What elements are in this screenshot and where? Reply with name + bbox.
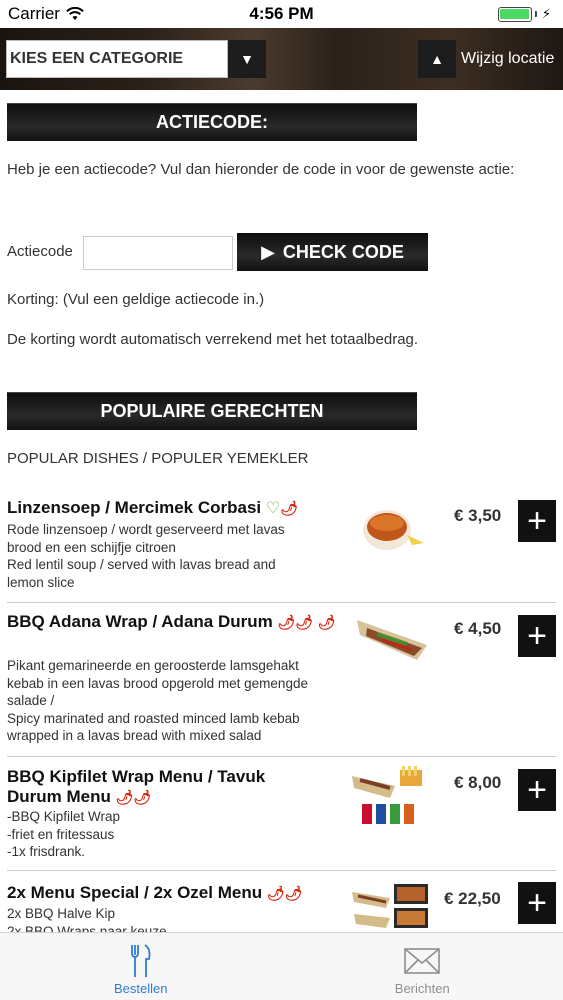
check-code-button[interactable]: ▶ CHECK CODE [237, 233, 428, 271]
dish-description: 2x BBQ Halve Kip 2x BBQ Wraps naar keuze [7, 906, 167, 932]
charging-bolt-icon: ⚡ [541, 6, 551, 21]
dish-description: Pikant gemarineerde en geroosterde lamsg… [7, 658, 308, 743]
dish-price: € 4,50 [454, 619, 502, 638]
plus-icon: + [527, 501, 547, 540]
add-to-cart-button[interactable]: + [518, 882, 556, 924]
tab-bar: Bestellen Berichten [0, 932, 563, 1000]
dish-price: € 3,50 [454, 506, 502, 525]
envelope-icon [402, 941, 442, 981]
category-dropdown[interactable]: KIES EEN CATEGORIE ▼ [6, 40, 266, 78]
dish-photo [352, 766, 422, 824]
chili-icon: 🌶 [277, 614, 296, 630]
change-location-button[interactable]: ▲ Wijzig locatie [418, 40, 554, 78]
divider [7, 602, 556, 603]
tab-berichten[interactable]: Berichten [282, 933, 563, 1000]
chili-icon: 🌶 [280, 500, 298, 516]
discount-text: Korting: (Vul een geldige actiecode in.) [7, 291, 265, 308]
tab-label: Bestellen [114, 981, 168, 996]
popular-heading: POPULAIRE GERECHTEN [7, 392, 417, 430]
chevron-down-icon: ▼ [228, 40, 266, 78]
add-to-cart-button[interactable]: + [518, 615, 556, 657]
play-icon: ▶ [261, 241, 275, 262]
chevron-up-icon: ▲ [418, 40, 456, 78]
battery-indicator: ⚡ [497, 6, 551, 22]
change-location-label: Wijzig locatie [461, 50, 555, 67]
divider [7, 870, 556, 871]
dish-price: € 8,00 [454, 773, 502, 792]
dish-price: € 22,50 [444, 889, 501, 908]
top-header: KIES EEN CATEGORIE ▼ ▲ Wijzig locatie [0, 28, 563, 90]
promo-field-label: Actiecode [7, 243, 73, 260]
clock: 4:56 PM [249, 4, 314, 23]
battery-icon [497, 6, 532, 22]
dish-description: -BBQ Kipfilet Wrap -friet en fritessaus … [7, 809, 121, 859]
chili-icon: 🌶 [317, 614, 336, 630]
chili-icon: 🌶 [295, 614, 314, 630]
divider [7, 756, 556, 757]
category-select-label: KIES EEN CATEGORIE [6, 40, 228, 78]
tab-label: Berichten [394, 981, 450, 996]
plus-icon: + [527, 770, 547, 809]
add-to-cart-button[interactable]: + [518, 769, 556, 811]
status-bar: Carrier 4:56 PM ⚡ [0, 0, 563, 28]
dish-title: 2x Menu Special / 2x Ozel Menu 🌶🌶 [7, 883, 303, 902]
plus-icon: + [527, 616, 547, 655]
promo-intro: Heb je een actiecode? Vul dan hieronder … [7, 161, 515, 178]
discount-note: De korting wordt automatisch verrekend m… [7, 331, 419, 348]
dish-title: BBQ Adana Wrap / Adana Durum 🌶🌶 🌶 [7, 612, 336, 631]
vegetarian-heart-icon: ♡ [265, 500, 281, 517]
chili-icon: 🌶 [266, 885, 285, 901]
chili-icon: 🌶 [133, 789, 152, 805]
promo-code-input[interactable] [83, 236, 233, 270]
plus-icon: + [527, 883, 547, 922]
chili-icon: 🌶 [115, 789, 134, 805]
popular-subtitle: POPULAR DISHES / POPULER YEMEKLER [7, 450, 309, 467]
main-scroll-area[interactable]: ACTIECODE: Heb je een actiecode? Vul dan… [0, 90, 563, 932]
dish-photo [363, 510, 424, 550]
dish-photo [357, 620, 427, 660]
add-to-cart-button[interactable]: + [518, 500, 556, 542]
check-code-label: CHECK CODE [282, 241, 404, 262]
chili-icon: 🌶 [284, 885, 303, 901]
dish-title: BBQ Kipfilet Wrap Menu / Tavuk Durum Men… [7, 767, 266, 806]
dish-description: Rode linzensoep / wordt geserveerd met l… [7, 522, 285, 590]
dish-title: Linzensoep / Mercimek Corbasi ♡🌶 [7, 498, 298, 517]
tab-bestellen[interactable]: Bestellen [0, 933, 282, 1000]
cutlery-icon [121, 941, 161, 981]
dish-photo [352, 884, 428, 928]
promo-heading: ACTIECODE: [7, 103, 417, 141]
